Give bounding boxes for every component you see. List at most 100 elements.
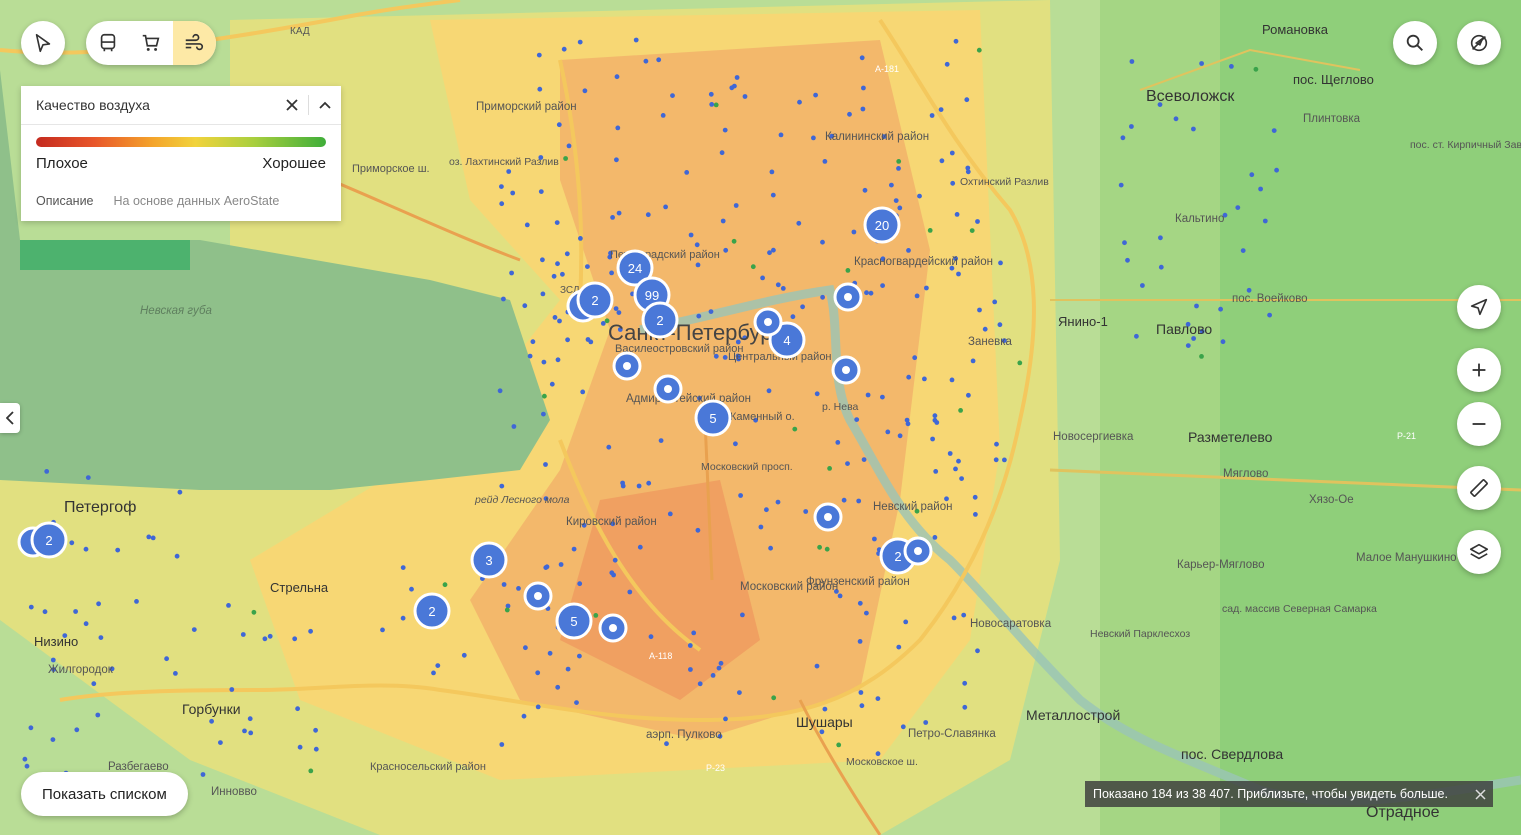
poi-dot [535, 704, 541, 710]
locate-icon [1470, 298, 1488, 316]
poi-dot [505, 603, 511, 609]
collapse-button[interactable] [309, 86, 341, 124]
place-marker[interactable] [523, 581, 553, 611]
place-marker[interactable] [833, 282, 863, 312]
poi-dot [938, 107, 944, 112]
close-button[interactable] [276, 86, 308, 124]
cluster-marker[interactable]: 5 [555, 602, 593, 640]
poi-dot [541, 359, 547, 365]
poi-dot [951, 615, 957, 621]
poi-dot [770, 192, 776, 198]
svg-text:пос. Воейково: пос. Воейково [1232, 293, 1308, 305]
poi-dot [896, 159, 902, 164]
close-status-button[interactable] [1467, 781, 1493, 807]
poi-dot [609, 570, 615, 576]
svg-text:аэрп. Пулково: аэрп. Пулково [646, 729, 722, 741]
svg-text:Красногвардейский район: Красногвардейский район [854, 256, 993, 268]
my-location-button[interactable] [1457, 285, 1501, 329]
place-marker[interactable] [753, 307, 783, 337]
poi-dot [827, 466, 832, 471]
poi-dot [24, 763, 30, 769]
poi-dot [191, 627, 197, 632]
poi-dot [716, 665, 722, 671]
place-marker[interactable] [598, 613, 628, 643]
cursor-button[interactable] [21, 21, 65, 65]
poi-dot [722, 127, 728, 133]
poi-dot [687, 643, 693, 648]
traffic-toggle-button[interactable] [1457, 21, 1501, 65]
poi-dot [800, 304, 805, 310]
poi-dot [522, 303, 528, 309]
chevron-left-icon [6, 411, 14, 425]
svg-text:Кировский район: Кировский район [566, 516, 657, 528]
zoom-out-button[interactable] [1457, 402, 1501, 446]
poi-dot [959, 476, 964, 481]
shopping-button[interactable] [129, 21, 172, 65]
svg-text:Петергоф: Петергоф [64, 499, 136, 516]
poi-dot [554, 220, 560, 226]
search-button[interactable] [1393, 21, 1437, 65]
poi-dot [684, 170, 690, 175]
water-label: Невская губа [140, 305, 212, 317]
poi-dot [841, 497, 847, 503]
poi-dot [544, 564, 550, 570]
cluster-marker[interactable]: 20 [863, 206, 901, 244]
poi-dot [557, 318, 562, 324]
ruler-button[interactable] [1457, 466, 1501, 510]
poi-dot [582, 88, 588, 94]
svg-text:Инновво: Инновво [211, 786, 257, 798]
description-link[interactable]: Описание [36, 194, 94, 208]
poi-dot [542, 393, 547, 399]
poi-dot [953, 38, 959, 44]
svg-text:2: 2 [894, 549, 901, 564]
place-marker[interactable] [813, 502, 843, 532]
show-list-button[interactable]: Показать списком [21, 772, 188, 816]
poi-dot [872, 536, 877, 542]
poi-dot [614, 74, 620, 80]
poi-dot [1129, 124, 1134, 129]
cluster-marker[interactable]: 5 [694, 399, 732, 437]
poi-dot [85, 475, 91, 480]
zoom-in-button[interactable] [1457, 348, 1501, 392]
sidebar-toggle-button[interactable] [0, 403, 20, 433]
poi-dot [555, 357, 561, 363]
svg-text:Московское ш.: Московское ш. [846, 756, 918, 768]
transport-button[interactable] [86, 21, 129, 65]
poi-dot [813, 92, 818, 98]
poi-dot [845, 268, 851, 273]
poi-dot [614, 157, 619, 163]
poi-dot [1158, 264, 1164, 270]
place-marker[interactable] [653, 374, 683, 404]
poi-dot [992, 299, 998, 305]
svg-text:Калининский район: Калининский район [825, 131, 929, 143]
poi-dot [28, 604, 34, 610]
cluster-marker[interactable]: 2 [413, 592, 451, 630]
place-marker[interactable] [612, 351, 642, 381]
poi-dot [875, 696, 881, 701]
poi-dot [552, 315, 558, 320]
poi-dot [585, 264, 590, 269]
ruler-icon [1470, 479, 1488, 497]
poi-dot [954, 212, 960, 217]
poi-dot [74, 727, 80, 733]
poi-dot [606, 444, 612, 450]
poi-dot [856, 498, 862, 504]
poi-dot [814, 663, 820, 669]
quality-gradient [36, 137, 326, 147]
place-marker[interactable] [903, 536, 933, 566]
cluster-marker[interactable]: 3 [470, 541, 508, 579]
svg-text:Московский просп.: Московский просп. [701, 461, 793, 473]
poi-dot [697, 681, 703, 687]
poi-dot [535, 670, 541, 676]
poi-dot [561, 46, 567, 52]
poi-dot [906, 248, 911, 253]
poi-dot [713, 102, 719, 108]
place-marker[interactable] [831, 355, 861, 385]
poi-dot [262, 636, 268, 642]
cluster-marker[interactable]: 2 [641, 301, 679, 339]
poi-dot [723, 716, 728, 722]
air-quality-button[interactable] [172, 21, 216, 65]
poi-dot [1274, 167, 1279, 173]
poi-dot [173, 671, 178, 676]
layers-button[interactable] [1457, 530, 1501, 574]
